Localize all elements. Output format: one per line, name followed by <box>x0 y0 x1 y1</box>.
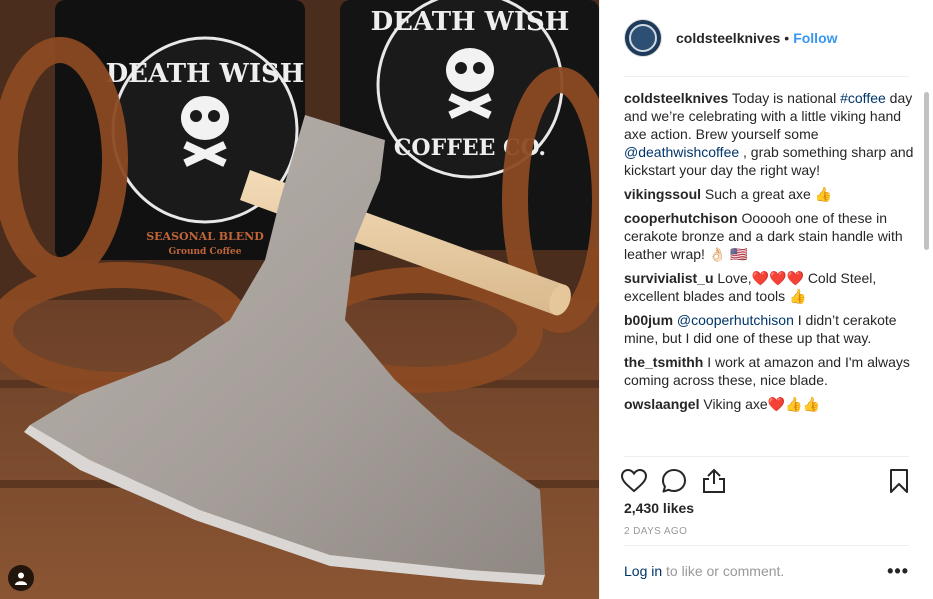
bag-left-sub: Ground Coffee <box>169 247 242 257</box>
list-item: cooperhutchison Oooooh one of these in c… <box>624 209 914 263</box>
hashtag-link[interactable]: #coffee <box>840 90 886 106</box>
comments-scrollbar[interactable] <box>924 92 929 250</box>
follow-button[interactable]: Follow <box>793 30 837 46</box>
axe-photo-illustration: DEATH WISH DEATH WISH COFFEE CO. SEASONA… <box>0 0 599 599</box>
post-header: coldsteelknives • Follow <box>624 18 838 58</box>
comment-username[interactable]: owslaangel <box>624 396 699 412</box>
list-item: vikingssoul Such a great axe 👍 <box>624 185 914 203</box>
comment-username[interactable]: the_tsmithh <box>624 354 703 370</box>
list-item: b00jum @cooperhutchison I didn’t cerakot… <box>624 311 914 347</box>
header-separator: • <box>784 30 790 46</box>
comment-username[interactable]: cooperhutchison <box>624 210 738 226</box>
footer-divider <box>624 545 909 546</box>
bag-left-blend: SEASONAL BLEND <box>146 230 264 243</box>
header-username[interactable]: coldsteelknives <box>676 30 780 46</box>
post-date[interactable]: 2 DAYS AGO <box>624 526 687 537</box>
avatar[interactable] <box>624 19 662 57</box>
bag-left-brand: DEATH WISH <box>106 59 305 89</box>
mention-link[interactable]: @deathwishcoffee <box>624 144 739 160</box>
mention-link[interactable]: @cooperhutchison <box>673 312 794 328</box>
list-item: owslaangel Viking axe❤️👍👍 <box>624 395 914 413</box>
login-prompt: Log in to like or comment. ••• <box>624 561 909 582</box>
comment-text: Viking axe❤️👍👍 <box>699 396 820 412</box>
caption-username[interactable]: coldsteelknives <box>624 90 728 106</box>
header-divider <box>624 76 909 77</box>
comment-username[interactable]: vikingssoul <box>624 186 701 202</box>
user-tag-icon[interactable] <box>8 565 34 591</box>
heart-icon[interactable] <box>620 467 648 495</box>
more-options-icon[interactable]: ••• <box>887 561 909 582</box>
caption-text: Today is national <box>728 90 841 106</box>
comment-text: Such a great axe 👍 <box>701 186 833 202</box>
likes-count[interactable]: 2,430 likes <box>624 500 694 516</box>
bag-right-brand: DEATH WISH <box>371 7 570 37</box>
login-link[interactable]: Log in <box>624 563 662 579</box>
caption: coldsteelknives Today is national #coffe… <box>624 89 914 179</box>
comment-icon[interactable] <box>660 467 688 495</box>
comments-list[interactable]: coldsteelknives Today is national #coffe… <box>624 89 914 455</box>
action-bar <box>621 456 909 505</box>
list-item: survivialist_u Love,❤️❤️❤️ Cold Steel, e… <box>624 269 914 305</box>
post-photo[interactable]: DEATH WISH DEATH WISH COFFEE CO. SEASONA… <box>0 0 599 599</box>
login-prompt-text: to like or comment. <box>662 563 785 579</box>
post-side-panel: coldsteelknives • Follow coldsteelknives… <box>599 0 933 599</box>
comment-username[interactable]: survivialist_u <box>624 270 714 286</box>
instagram-post-modal: DEATH WISH DEATH WISH COFFEE CO. SEASONA… <box>0 0 933 599</box>
list-item: the_tsmithh I work at amazon and I'm alw… <box>624 353 914 389</box>
comment-username[interactable]: b00jum <box>624 312 673 328</box>
share-icon[interactable] <box>700 467 728 495</box>
bookmark-icon[interactable] <box>885 467 913 495</box>
